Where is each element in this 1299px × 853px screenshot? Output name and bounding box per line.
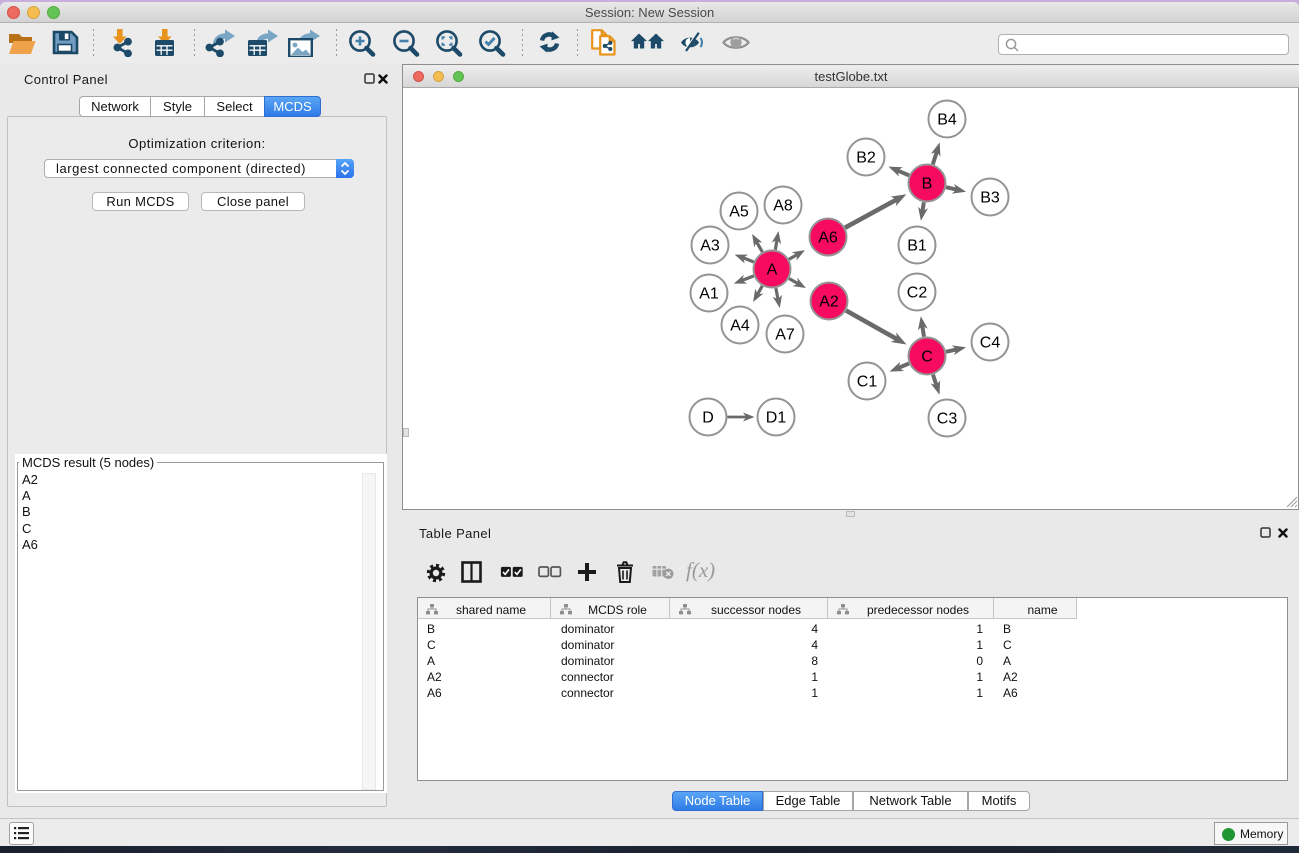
- svg-text:A2: A2: [819, 294, 839, 311]
- svg-text:C3: C3: [937, 411, 958, 428]
- svg-text:A3: A3: [700, 238, 720, 255]
- svg-text:B1: B1: [907, 238, 927, 255]
- svg-text:B3: B3: [980, 190, 1000, 207]
- svg-text:A6: A6: [818, 230, 838, 247]
- svg-text:A7: A7: [775, 327, 795, 344]
- svg-text:A4: A4: [730, 318, 750, 335]
- svg-text:C4: C4: [980, 335, 1001, 352]
- svg-text:D: D: [702, 410, 714, 427]
- svg-text:D1: D1: [766, 410, 787, 427]
- svg-text:C1: C1: [857, 374, 878, 391]
- svg-text:B4: B4: [937, 112, 957, 129]
- svg-text:B: B: [922, 176, 933, 193]
- svg-text:C2: C2: [907, 285, 928, 302]
- svg-text:A5: A5: [729, 204, 749, 221]
- svg-text:B2: B2: [856, 150, 876, 167]
- svg-text:A1: A1: [699, 286, 719, 303]
- svg-text:A: A: [767, 262, 778, 279]
- svg-text:C: C: [921, 349, 933, 366]
- svg-text:A8: A8: [773, 198, 793, 215]
